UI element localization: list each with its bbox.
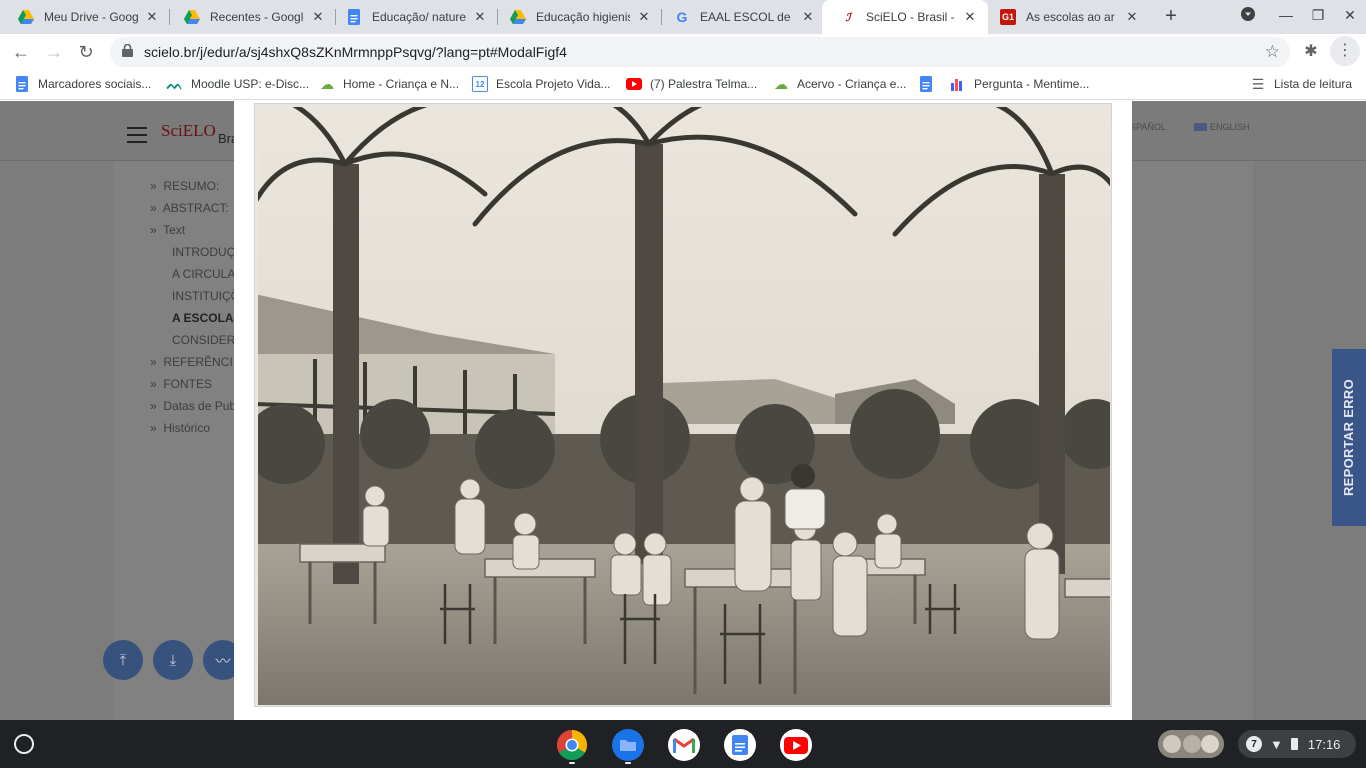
files-icon[interactable]: [612, 729, 644, 761]
os-shelf: 7 ▼ 17:16: [0, 720, 1366, 768]
google-docs-icon: [346, 9, 362, 25]
close-icon[interactable]: ✕: [310, 9, 326, 25]
close-icon[interactable]: ✕: [962, 9, 978, 25]
uk-flag-icon: [1194, 123, 1207, 131]
new-tab-button[interactable]: +: [1160, 5, 1182, 27]
figure-modal: [234, 101, 1132, 720]
toc-item[interactable]: » Datas de Pub: [150, 399, 236, 413]
scielo-logo[interactable]: SciELO: [161, 121, 216, 141]
clock: 17:16: [1307, 736, 1341, 752]
toc-subitem-active[interactable]: A ESCOLA: [172, 311, 234, 325]
close-icon[interactable]: ✕: [472, 9, 488, 25]
chart-icon: 〰: [215, 652, 231, 670]
bookmarks-bar: Marcadores sociais... ᨓ Moodle USP: e-Di…: [0, 70, 1366, 100]
close-icon[interactable]: ✕: [636, 9, 652, 25]
scielo-icon: ℐ: [845, 11, 851, 24]
report-error-button[interactable]: REPORTAR ERRO: [1332, 349, 1366, 526]
close-window-icon[interactable]: ✕: [1340, 7, 1360, 24]
hamburger-menu-icon[interactable]: [127, 127, 147, 143]
extensions-icon[interactable]: ✱: [1300, 41, 1322, 61]
launcher-icon[interactable]: [14, 734, 34, 754]
calendar-icon: 12: [472, 76, 488, 92]
google-icon: G: [676, 9, 688, 25]
tab-recentes[interactable]: Recentes - Google ✕: [166, 0, 336, 34]
system-tray[interactable]: 7 ▼ 17:16: [1238, 730, 1356, 758]
tab-meu-drive[interactable]: Meu Drive - Google ✕: [0, 0, 170, 34]
notification-count: 7: [1246, 736, 1262, 752]
google-drive-icon: [184, 9, 200, 25]
toc-subitem[interactable]: INSTITUIÇÕ: [172, 289, 240, 303]
google-drive-icon: [18, 9, 34, 25]
close-icon[interactable]: ✕: [144, 9, 160, 25]
holding-space-thumbnail[interactable]: [1158, 730, 1224, 758]
tab-as-escolas[interactable]: G1 As escolas ao ar li ✕: [982, 0, 1150, 34]
lang-english[interactable]: ENGLISH: [1194, 122, 1250, 132]
g1-icon: G1: [1000, 9, 1016, 25]
docs-icon[interactable]: [724, 729, 756, 761]
download-icon: ⤓: [169, 651, 177, 669]
back-icon[interactable]: ←: [10, 41, 32, 63]
back-to-top-button[interactable]: ⤒: [103, 640, 143, 680]
tab-search-icon[interactable]: [1238, 7, 1258, 24]
close-icon[interactable]: ✕: [800, 9, 816, 25]
download-button[interactable]: ⤓: [153, 640, 193, 680]
bookmark-palestra[interactable]: (7) Palestra Telma...: [626, 76, 757, 92]
arrow-up-icon: ⤒: [119, 651, 127, 669]
url-text: scielo.br/j/edur/a/sj4shxQ8sZKnMrmnppPsq…: [144, 44, 567, 60]
bookmark-star-icon[interactable]: ☆: [1265, 42, 1280, 62]
reload-icon[interactable]: ↻: [75, 41, 97, 63]
tab-scielo[interactable]: ℐ SciELO - Brasil - AF ✕: [822, 0, 988, 34]
google-docs-icon: [14, 76, 30, 92]
gmail-icon[interactable]: [668, 729, 700, 761]
bookmark-escola-projeto[interactable]: 12 Escola Projeto Vida...: [472, 76, 611, 92]
toc-item[interactable]: » REFERÊNCI: [150, 355, 233, 369]
moodle-icon: ᨓ: [166, 75, 184, 92]
toc-item[interactable]: » Text: [150, 223, 185, 237]
toc-subitem[interactable]: CONSIDER: [172, 333, 235, 347]
bookmark-marcadores[interactable]: Marcadores sociais...: [14, 76, 151, 92]
tab-eaal-escol[interactable]: G EAAL ESCOL de ap ✕: [656, 0, 826, 34]
running-indicator: [625, 762, 631, 764]
google-docs-icon: [918, 76, 934, 92]
address-bar[interactable]: scielo.br/j/edur/a/sj4shxQ8sZKnMrmnppPsq…: [110, 37, 1290, 67]
reading-list-icon: ☰: [1251, 75, 1265, 92]
menu-icon[interactable]: ⋮: [1330, 36, 1360, 66]
toc-subitem[interactable]: INTRODUÇ: [172, 245, 235, 259]
reading-list[interactable]: ☰ Lista de leitura: [1250, 76, 1352, 92]
close-icon[interactable]: ✕: [1124, 9, 1140, 25]
browser-toolbar: ← → ↻ scielo.br/j/edur/a/sj4shxQ8sZKnMrm…: [0, 34, 1366, 70]
google-drive-icon: [510, 9, 526, 25]
cloud-icon: ☁: [320, 75, 334, 92]
bookmark-moodle[interactable]: ᨓ Moodle USP: e-Disc...: [167, 76, 309, 92]
toc-item[interactable]: » RESUMO:: [150, 179, 219, 193]
page-content: SciELO Bra ESPAÑOL ENGLISH » RESUMO: » A…: [0, 101, 1366, 720]
battery-icon: [1290, 738, 1298, 750]
minimize-icon[interactable]: —: [1276, 7, 1296, 23]
lock-icon[interactable]: [122, 43, 134, 60]
restore-icon[interactable]: ❐: [1308, 7, 1328, 24]
chrome-icon[interactable]: [556, 729, 588, 761]
youtube-icon: [626, 76, 642, 92]
bookmark-doc[interactable]: [918, 76, 942, 92]
figure-photo: [254, 103, 1112, 707]
toc-item[interactable]: » ABSTRACT:: [150, 201, 229, 215]
cloud-icon: ☁: [774, 75, 788, 92]
toc-subitem[interactable]: A CIRCULA: [172, 267, 235, 281]
mentimeter-icon: [950, 76, 966, 92]
tab-educacao-natureza[interactable]: Educação/ nature ✕: [328, 0, 498, 34]
youtube-icon[interactable]: [780, 729, 812, 761]
running-indicator: [569, 762, 575, 764]
tab-educacao-higienista[interactable]: Educação higienis ✕: [492, 0, 662, 34]
toc-item[interactable]: » Histórico: [150, 421, 210, 435]
bookmark-home-crianca[interactable]: ☁ Home - Criança e N...: [319, 76, 459, 92]
bookmark-pergunta[interactable]: Pergunta - Mentime...: [950, 76, 1089, 92]
forward-icon[interactable]: →: [43, 41, 65, 63]
wifi-icon: ▼: [1270, 736, 1283, 752]
toc-item[interactable]: » FONTES: [150, 377, 212, 391]
tab-strip: Meu Drive - Google ✕ Recentes - Google ✕…: [0, 0, 1366, 34]
bookmark-acervo[interactable]: ☁ Acervo - Criança e...: [773, 76, 906, 92]
open-air-school-photo: [255, 104, 1111, 706]
